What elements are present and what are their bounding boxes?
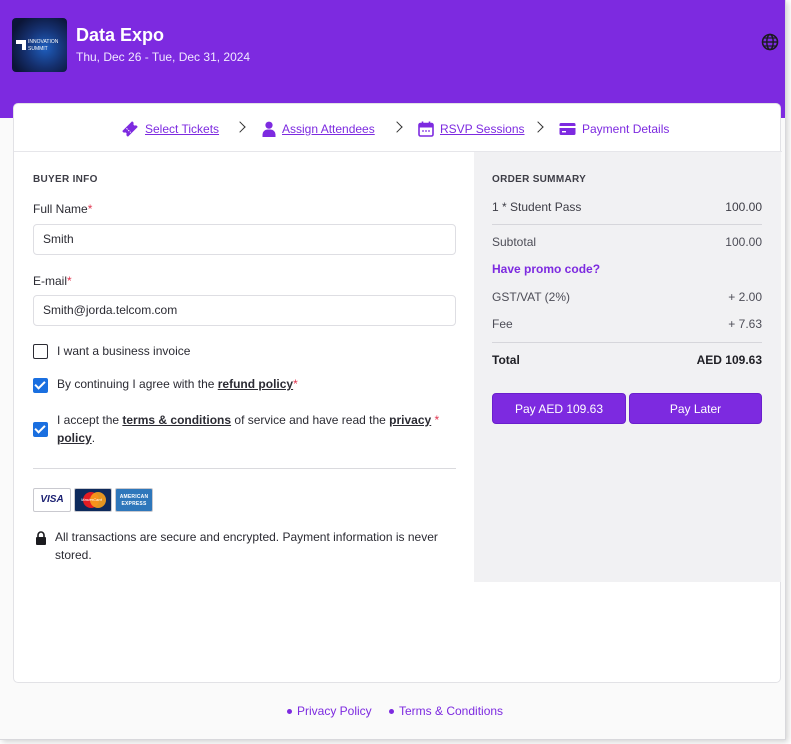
footer-privacy-link[interactable]: Privacy Policy [287, 704, 372, 718]
secure-note: All transactions are secure and encrypte… [55, 530, 438, 562]
email-value: Smith@jorda.telcom.com [43, 303, 178, 317]
terms-checkbox[interactable] [33, 422, 48, 437]
checkout-steps: Select Tickets Assign Attendees RSVP Ses… [14, 104, 782, 152]
full-name-input[interactable]: Smith [33, 224, 456, 255]
refund-policy-link[interactable]: refund policy [218, 377, 293, 391]
email-label: E-mail* [33, 274, 72, 288]
refund-policy-text: By continuing I agree with the refund po… [57, 375, 298, 393]
calendar-icon [418, 121, 434, 137]
chevron-right-icon [391, 121, 403, 133]
full-name-label: Full Name* [33, 202, 92, 216]
pay-now-button[interactable]: Pay AED 109.63 [492, 393, 626, 424]
amex-line2: EXPRESS [121, 501, 147, 507]
email-label-text: E-mail [33, 274, 68, 288]
full-name-label-text: Full Name [33, 202, 88, 216]
payment-card-logos: VISA MasterCard AMERICAN EXPRESS [33, 488, 153, 512]
refund-prefix: By continuing I agree with the [57, 377, 218, 391]
vat-row: GST/VAT (2%) + 2.00 [492, 290, 762, 304]
terms-prefix: I accept the [57, 413, 123, 427]
privacy-link-part2[interactable]: policy [57, 431, 92, 445]
order-summary-heading: ORDER SUMMARY [492, 174, 587, 185]
visa-text: VISA [40, 494, 64, 505]
credit-card-icon [559, 123, 576, 135]
terms-text: I accept the terms & conditions of servi… [57, 411, 462, 447]
footer-terms-link[interactable]: Terms & Conditions [389, 704, 503, 718]
vat-value: + 2.00 [728, 290, 762, 304]
buyer-divider [33, 468, 456, 469]
checkout-window: INNOVATION SUMMIT Data Expo Thu, Dec 26 … [0, 0, 786, 740]
total-value: AED 109.63 [696, 353, 762, 367]
order-summary-panel: ORDER SUMMARY 1 * Student Pass 100.00 Su… [474, 152, 781, 582]
vat-label: GST/VAT (2%) [492, 290, 571, 304]
pay-later-button[interactable]: Pay Later [629, 393, 762, 424]
bullet-icon [287, 708, 292, 714]
fee-row: Fee + 7.63 [492, 317, 762, 331]
summary-divider [492, 224, 762, 225]
amex-line1: AMERICAN [119, 494, 149, 500]
business-invoice-label: I want a business invoice [57, 344, 191, 358]
step-assign-attendees[interactable]: Assign Attendees [262, 120, 375, 138]
logo-line2: SUMMIT [28, 46, 48, 52]
subtotal-row: Subtotal 100.00 [492, 235, 762, 249]
amex-logo: AMERICAN EXPRESS [115, 488, 153, 512]
item-value: 100.00 [725, 200, 762, 214]
logo-line1: INNOVATION [28, 39, 59, 45]
checkout-card: Select Tickets Assign Attendees RSVP Ses… [13, 103, 782, 683]
summary-divider [492, 342, 762, 343]
subtotal-value: 100.00 [725, 235, 762, 249]
email-input[interactable]: Smith@jorda.telcom.com [33, 295, 456, 326]
visa-logo: VISA [33, 488, 71, 512]
refund-policy-checkbox[interactable] [33, 378, 48, 393]
buyer-info-panel: BUYER INFO Full Name* Smith E-mail* Smit… [14, 152, 474, 682]
required-mark: * [67, 274, 72, 288]
ticket-icon [122, 121, 138, 137]
step-label: RSVP Sessions [440, 122, 525, 136]
required-mark: * [434, 413, 440, 427]
terms-conditions-link[interactable]: terms & conditions [122, 413, 231, 427]
globe-icon[interactable] [761, 33, 779, 51]
bullet-icon [389, 708, 394, 714]
mastercard-logo: MasterCard [74, 488, 112, 512]
page-footer: Privacy Policy Terms & Conditions [0, 700, 785, 724]
lock-icon [36, 531, 46, 545]
mastercard-text: MasterCard [81, 497, 102, 502]
logo-mark-icon [16, 40, 26, 50]
privacy-link-part1[interactable]: privacy [389, 413, 431, 427]
required-mark: * [87, 202, 93, 216]
total-label: Total [492, 353, 520, 367]
step-label: Assign Attendees [282, 122, 375, 136]
person-icon [262, 121, 276, 137]
summary-item-row: 1 * Student Pass 100.00 [492, 200, 762, 214]
event-logo: INNOVATION SUMMIT [12, 18, 67, 72]
event-header: INNOVATION SUMMIT Data Expo Thu, Dec 26 … [0, 0, 785, 118]
step-rsvp-sessions[interactable]: RSVP Sessions [418, 120, 525, 138]
footer-terms-label: Terms & Conditions [399, 704, 504, 718]
item-label: 1 * Student Pass [492, 200, 582, 214]
fee-label: Fee [492, 317, 513, 331]
step-payment-details[interactable]: Payment Details [559, 120, 669, 138]
footer-privacy-label: Privacy Policy [297, 704, 372, 718]
terms-suffix: . [91, 431, 96, 445]
step-label: Payment Details [582, 122, 670, 136]
step-select-tickets[interactable]: Select Tickets [121, 120, 219, 138]
event-title: Data Expo [76, 25, 165, 45]
full-name-value: Smith [43, 232, 74, 246]
step-label: Select Tickets [145, 122, 220, 136]
required-mark: * [293, 377, 298, 391]
terms-middle: of service and have read the [231, 413, 390, 427]
fee-value: + 7.63 [728, 317, 762, 331]
chevron-right-icon [234, 121, 246, 133]
subtotal-label: Subtotal [492, 235, 537, 249]
business-invoice-checkbox[interactable] [33, 344, 48, 359]
chevron-right-icon [532, 121, 544, 133]
total-row: Total AED 109.63 [492, 353, 762, 367]
promo-code-link[interactable]: Have promo code? [492, 262, 600, 276]
event-dates: Thu, Dec 26 - Tue, Dec 31, 2024 [76, 50, 251, 64]
buyer-info-heading: BUYER INFO [33, 174, 98, 185]
